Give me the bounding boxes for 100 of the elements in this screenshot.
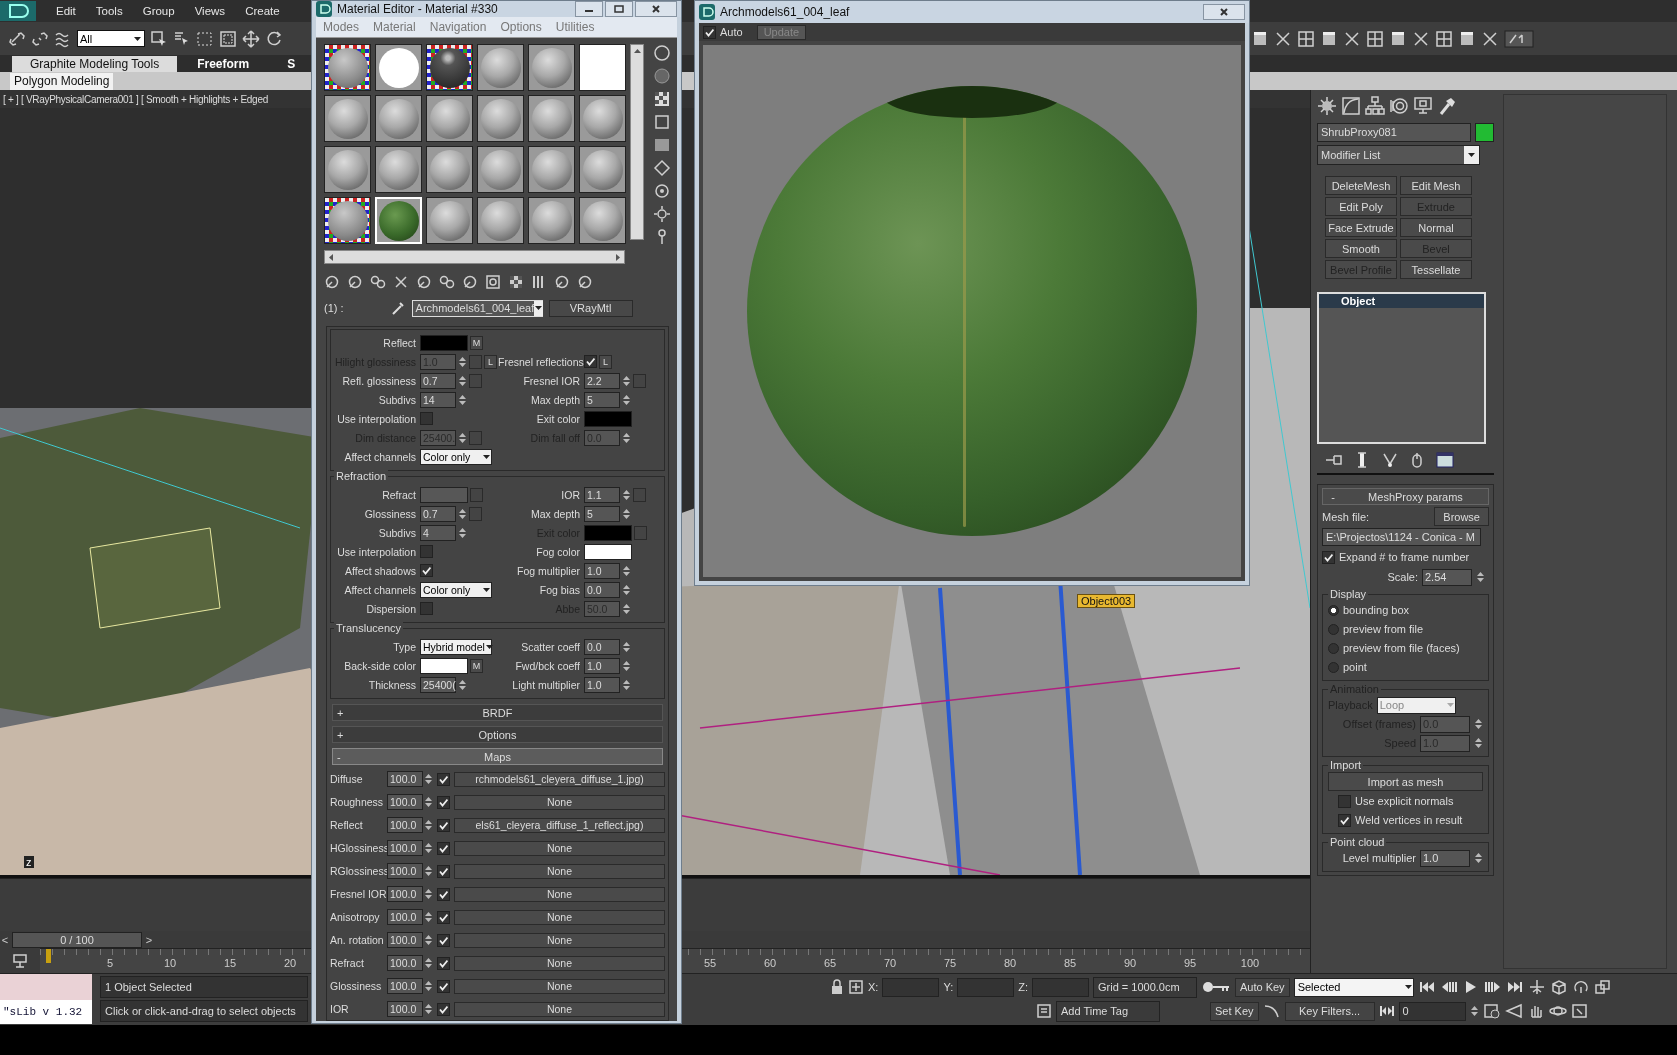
hierarchy-icon[interactable] xyxy=(1365,96,1385,116)
map-button[interactable]: M xyxy=(470,335,483,350)
time-config-icon[interactable] xyxy=(1482,1003,1501,1019)
material-slot[interactable] xyxy=(477,146,524,193)
gear-icon[interactable] xyxy=(653,205,671,223)
number-field[interactable]: 4 xyxy=(420,524,456,541)
sphere-icon[interactable] xyxy=(653,44,671,62)
menu-item[interactable]: Options xyxy=(493,20,549,34)
set-key-button[interactable]: Set Key xyxy=(1210,1001,1259,1021)
radio-button[interactable] xyxy=(1328,623,1339,635)
square-icon[interactable] xyxy=(485,274,501,290)
cursor-box-icon[interactable] xyxy=(150,29,168,48)
material-slot[interactable] xyxy=(375,146,422,193)
color-swatch[interactable] xyxy=(584,543,632,560)
minimize-button[interactable] xyxy=(575,1,603,17)
spinner-button[interactable] xyxy=(458,373,467,388)
import-as-mesh-button[interactable]: Import as mesh xyxy=(1328,772,1483,791)
menu-item[interactable]: Navigation xyxy=(422,20,494,34)
checkbox[interactable] xyxy=(437,772,450,786)
cone-icon[interactable] xyxy=(1504,1003,1523,1019)
browse-button[interactable]: Browse xyxy=(1434,507,1489,526)
viewport-label[interactable]: [ + ] [ VRayPhysicalCamera001 ] [ Smooth + Highlights + Edged xyxy=(3,93,268,105)
map-button[interactable]: None xyxy=(454,978,665,994)
modifier-stack-list[interactable]: Object xyxy=(1317,292,1486,444)
lock-icon[interactable] xyxy=(830,979,844,995)
auto-key-button[interactable]: Auto Key xyxy=(1235,977,1290,997)
spinner-button[interactable] xyxy=(622,677,631,692)
map-button[interactable]: None xyxy=(454,955,665,971)
skip-start-icon[interactable] xyxy=(1417,979,1436,995)
spinner-button[interactable] xyxy=(1476,570,1485,584)
rollout-header[interactable]: + Options xyxy=(332,726,663,743)
menu-item[interactable]: Material xyxy=(366,20,423,34)
modifier-button[interactable]: Smooth xyxy=(1325,239,1397,258)
number-field[interactable]: 0.0 xyxy=(584,581,620,598)
map-button[interactable]: rchmodels61_cleyera_diffuse_1.jpg) xyxy=(454,771,665,787)
radio-button[interactable] xyxy=(1328,642,1339,654)
frame-field[interactable]: 0 xyxy=(1398,1001,1466,1021)
link-icon[interactable] xyxy=(8,29,26,48)
number-field[interactable]: 100.0 xyxy=(387,1001,423,1017)
number-field[interactable]: 100.0 xyxy=(387,886,423,902)
pin-icon[interactable] xyxy=(1325,452,1343,468)
material-slot[interactable] xyxy=(426,44,473,91)
color-swatch[interactable] xyxy=(420,334,468,351)
dropdown-field[interactable]: Color only xyxy=(420,581,492,598)
close-button[interactable] xyxy=(1203,4,1245,20)
checkbox[interactable] xyxy=(437,910,450,924)
modifier-button[interactable]: Face Extrude xyxy=(1325,218,1397,237)
map-button[interactable]: L xyxy=(599,354,612,369)
material-slot[interactable] xyxy=(324,44,371,91)
script-listener-field[interactable]: "sLib v 1.32 xyxy=(0,1000,92,1024)
picture-icon[interactable] xyxy=(653,136,671,154)
menu-item[interactable]: Edit xyxy=(56,5,76,17)
monitor-icon[interactable] xyxy=(1413,96,1433,116)
checkbox[interactable] xyxy=(437,1002,450,1016)
backlight-icon[interactable] xyxy=(653,67,671,85)
time-slider-thumb[interactable]: 0 / 100 xyxy=(12,931,142,948)
spinner-button[interactable] xyxy=(458,525,467,540)
spinner-button[interactable] xyxy=(622,639,631,654)
modifier-button[interactable]: Tessellate xyxy=(1400,260,1472,279)
number-field[interactable]: 2.2 xyxy=(584,372,620,389)
map-button[interactable]: None xyxy=(454,794,665,810)
checkbox[interactable] xyxy=(703,25,716,39)
spinner-button[interactable] xyxy=(1474,736,1483,750)
material-slot[interactable] xyxy=(375,44,422,91)
spinner-button[interactable] xyxy=(458,506,467,521)
checkbox[interactable] xyxy=(437,841,450,855)
y-coordinate-field[interactable] xyxy=(957,977,1015,997)
key-set-dropdown[interactable]: Selected xyxy=(1293,977,1414,997)
number-field[interactable]: 2.54 xyxy=(1422,568,1472,586)
number-field[interactable]: 100.0 xyxy=(387,978,423,994)
spinner-button[interactable] xyxy=(622,373,631,388)
horizontal-scrollbar[interactable] xyxy=(324,250,625,264)
cube-icon[interactable] xyxy=(1549,979,1568,995)
spinner-button[interactable] xyxy=(622,392,631,407)
spinner-button[interactable] xyxy=(458,392,467,407)
radio-button[interactable] xyxy=(1328,604,1339,616)
move-icon[interactable] xyxy=(242,29,260,48)
color-swatch[interactable] xyxy=(584,410,632,427)
menu-item[interactable]: Tools xyxy=(95,5,123,17)
clip-icon[interactable] xyxy=(1409,451,1425,469)
ribbon-tab[interactable]: Freeform xyxy=(179,56,268,72)
burst-icon[interactable] xyxy=(1317,96,1337,116)
square-icon[interactable] xyxy=(653,113,671,131)
rollout-header[interactable]: - Maps xyxy=(332,748,663,765)
target-icon[interactable] xyxy=(653,182,671,200)
next-frame-button[interactable]: > xyxy=(144,933,154,946)
close-button[interactable] xyxy=(635,1,677,17)
menu-item[interactable]: Group xyxy=(142,5,175,17)
checkbox[interactable] xyxy=(1322,550,1335,564)
z-coordinate-field[interactable] xyxy=(1032,977,1089,997)
menu-item[interactable]: Modes xyxy=(316,20,367,34)
mesh-file-path-field[interactable]: E:\Projectos\1124 - Conica - M xyxy=(1322,528,1481,546)
material-slot[interactable] xyxy=(579,44,626,91)
checkbox[interactable] xyxy=(437,956,450,970)
material-slot[interactable] xyxy=(324,146,371,193)
add-time-tag-field[interactable]: Add Time Tag xyxy=(1056,1000,1160,1022)
material-type-button[interactable]: VRayMtl xyxy=(548,299,633,317)
checkbox[interactable] xyxy=(1338,813,1351,827)
vertical-scrollbar[interactable] xyxy=(630,44,644,240)
material-name-dropdown[interactable]: Archmodels61_004_leaf xyxy=(411,299,543,317)
